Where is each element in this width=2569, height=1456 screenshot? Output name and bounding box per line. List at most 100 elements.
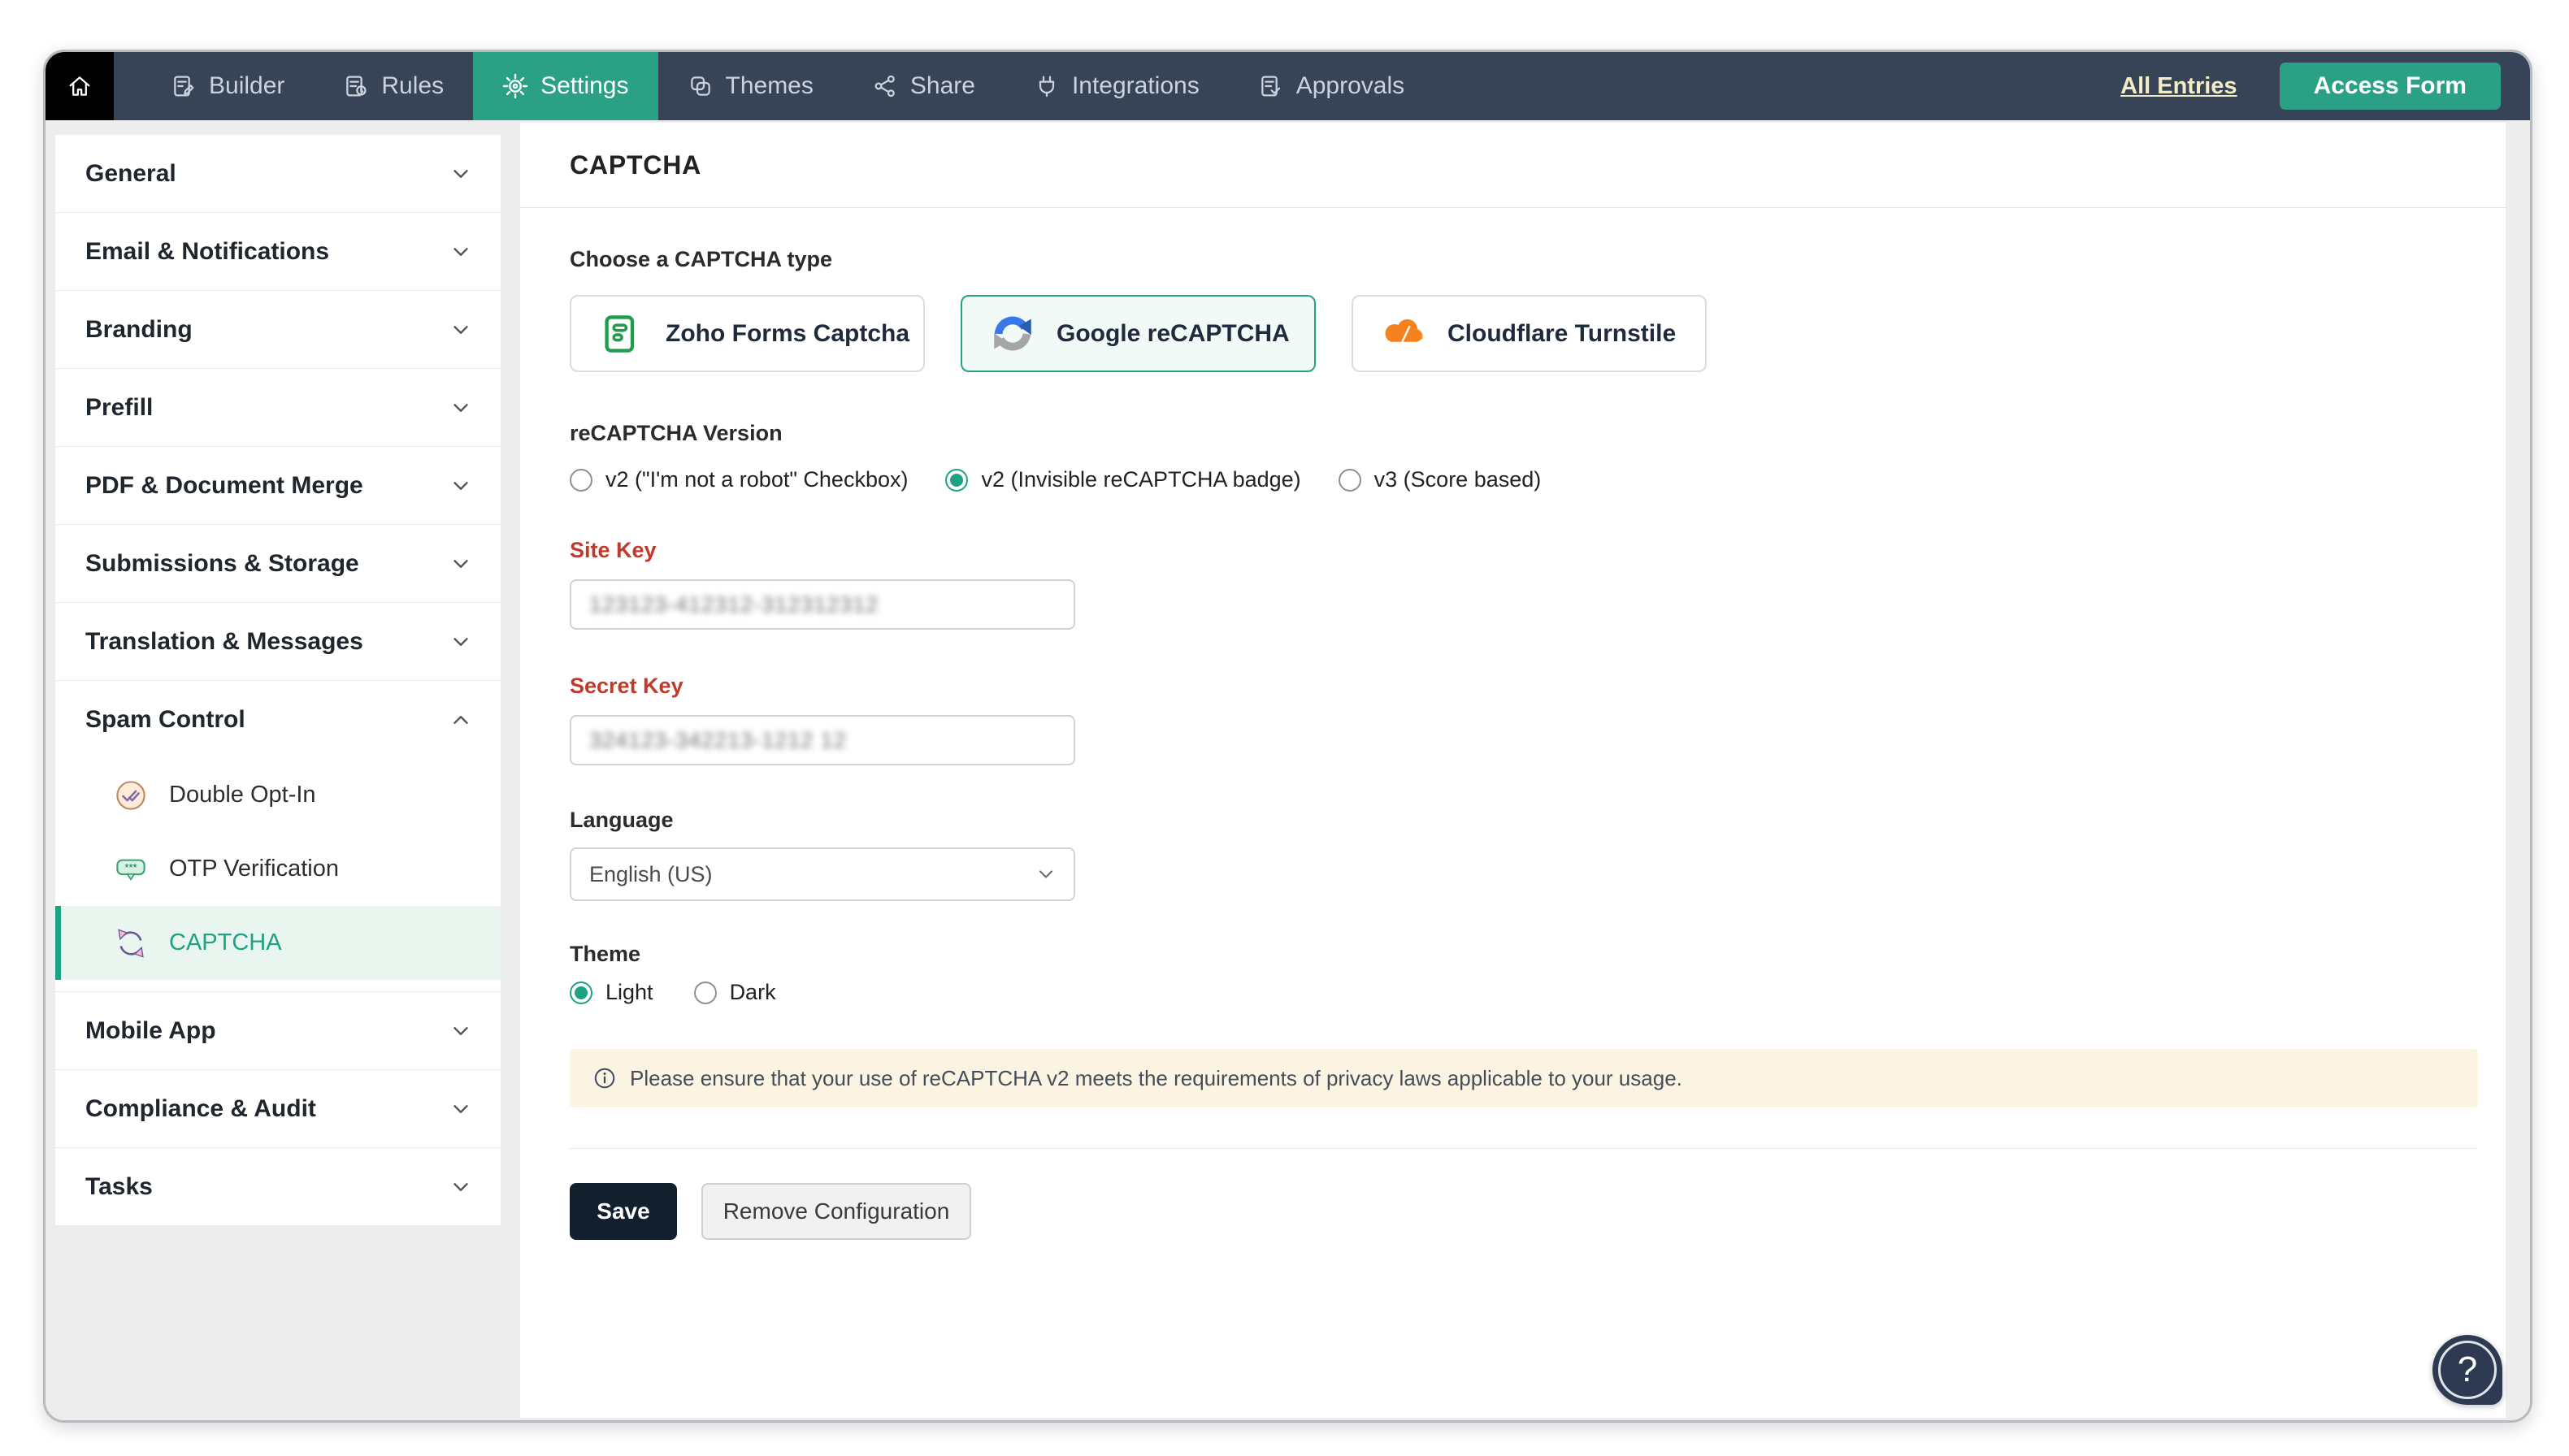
rules-icon <box>346 76 367 97</box>
nav-tabs: Builder Rules Settings Themes Share Inte… <box>114 52 1434 120</box>
captcha-icon <box>118 928 144 958</box>
access-form-button[interactable]: Access Form <box>2279 63 2501 110</box>
chevron-down-icon <box>453 325 468 334</box>
tab-label: Themes <box>725 72 814 99</box>
secret-key-value: 324123-342213-1212 12 <box>589 727 847 752</box>
zoho-forms-icon <box>605 314 635 353</box>
svg-text:***: *** <box>124 861 137 873</box>
cloudflare-icon <box>1385 318 1423 342</box>
tab-label: Approvals <box>1295 72 1405 99</box>
sidebar-item-otp-verification[interactable]: *** OTP Verification <box>55 832 501 906</box>
chevron-down-icon <box>453 169 468 178</box>
remove-configuration-button[interactable]: Remove Configuration <box>701 1183 971 1240</box>
otp-icon: *** <box>116 859 145 881</box>
sidebar-item-mobile-app[interactable]: Mobile App <box>55 992 501 1070</box>
tab-settings[interactable]: Settings <box>473 52 658 120</box>
home-icon <box>69 76 90 96</box>
tab-share[interactable]: Share <box>843 52 1005 120</box>
radio-icon <box>693 981 717 1004</box>
sidebar-item-translation-messages[interactable]: Translation & Messages <box>55 603 501 681</box>
app-window: Builder Rules Settings Themes Share Inte… <box>43 50 2532 1423</box>
home-button[interactable] <box>46 52 114 120</box>
radio-v3-score[interactable]: v3 (Score based) <box>1338 467 1541 492</box>
recaptcha-version-options: v2 ("I'm not a robot" Checkbox) v2 (Invi… <box>570 467 2456 492</box>
page-header: CAPTCHA <box>520 123 2506 208</box>
theme-options: Light Dark <box>570 980 2456 1005</box>
radio-icon <box>570 981 592 1004</box>
chevron-down-icon <box>453 1104 468 1113</box>
tab-label: Builder <box>209 72 285 99</box>
captcha-type-cloudflare-turnstile[interactable]: Cloudflare Turnstile <box>1352 295 1707 372</box>
builder-icon <box>174 76 194 97</box>
save-button[interactable]: Save <box>570 1183 677 1240</box>
help-button[interactable]: ? <box>2432 1335 2502 1405</box>
double-opt-in-icon <box>116 780 145 810</box>
chevron-down-icon <box>453 403 468 412</box>
tab-themes[interactable]: Themes <box>658 52 843 120</box>
chevron-down-icon <box>453 1182 468 1191</box>
sidebar-item-double-opt-in[interactable]: Double Opt-In <box>55 758 501 832</box>
sidebar-item-tasks[interactable]: Tasks <box>55 1148 501 1226</box>
approvals-icon <box>1261 76 1280 97</box>
sidebar-item-submissions-storage[interactable]: Submissions & Storage <box>55 525 501 603</box>
nav-right-cluster: All Entries Access Form <box>2120 52 2530 120</box>
themes-icon <box>690 76 710 96</box>
captcha-type-cards: Zoho Forms Captcha Google reCAPTCHA Clou… <box>570 295 2456 372</box>
sidebar-item-compliance-audit[interactable]: Compliance & Audit <box>55 1070 501 1148</box>
top-navigation: Builder Rules Settings Themes Share Inte… <box>46 52 2530 120</box>
tab-integrations[interactable]: Integrations <box>1005 52 1229 120</box>
tab-label: Share <box>909 72 975 99</box>
sidebar-group-spam-control: Spam Control Double Opt-In *** OTP Verif… <box>55 681 501 992</box>
radio-v2-checkbox[interactable]: v2 ("I'm not a robot" Checkbox) <box>570 467 908 492</box>
radio-v2-invisible[interactable]: v2 (Invisible reCAPTCHA badge) <box>945 467 1301 492</box>
radio-icon <box>945 468 969 492</box>
chevron-down-icon <box>453 481 468 490</box>
radio-theme-dark[interactable]: Dark <box>693 980 776 1005</box>
choose-captcha-type-label: Choose a CAPTCHA type <box>570 247 833 271</box>
sidebar-item-captcha[interactable]: CAPTCHA <box>55 906 501 980</box>
chevron-down-icon <box>453 247 468 256</box>
language-select[interactable]: English (US) <box>570 847 1075 901</box>
language-selected-value: English (US) <box>589 861 713 886</box>
tab-approvals[interactable]: Approvals <box>1229 52 1434 120</box>
sidebar-item-spam-control[interactable]: Spam Control <box>55 681 501 758</box>
privacy-notice-banner: Please ensure that your use of reCAPTCHA… <box>570 1049 2478 1107</box>
sidebar-item-general[interactable]: General <box>55 135 501 213</box>
page-title: CAPTCHA <box>570 150 702 180</box>
radio-icon <box>1338 468 1361 492</box>
question-mark-icon: ? <box>2457 1350 2478 1389</box>
captcha-settings-panel: CAPTCHA Choose a CAPTCHA type Zoho Forms… <box>520 123 2506 1418</box>
chevron-down-icon <box>453 559 468 568</box>
sidebar-item-pdf-document-merge[interactable]: PDF & Document Merge <box>55 447 501 525</box>
tab-rules[interactable]: Rules <box>314 52 473 120</box>
tab-builder[interactable]: Builder <box>141 52 314 120</box>
chevron-down-icon <box>453 1026 468 1035</box>
site-key-input[interactable]: 123123-412312-312312312 <box>570 579 1075 630</box>
chevron-down-icon <box>1039 870 1053 878</box>
settings-sidebar: General Email & Notifications Branding P… <box>55 135 501 1226</box>
radio-theme-light[interactable]: Light <box>570 980 653 1005</box>
site-key-value: 123123-412312-312312312 <box>589 592 879 617</box>
gear-icon <box>502 73 528 99</box>
sidebar-item-prefill[interactable]: Prefill <box>55 369 501 447</box>
share-icon <box>874 75 895 98</box>
all-entries-link[interactable]: All Entries <box>2120 73 2237 100</box>
secret-key-label: Secret Key <box>570 674 683 698</box>
sidebar-item-branding[interactable]: Branding <box>55 291 501 369</box>
google-recaptcha-icon <box>994 316 1031 350</box>
theme-label: Theme <box>570 942 641 966</box>
sidebar-item-email-notifications[interactable]: Email & Notifications <box>55 213 501 291</box>
tab-label: Integrations <box>1071 72 1200 99</box>
recaptcha-version-label: reCAPTCHA Version <box>570 421 783 445</box>
secret-key-input[interactable]: 324123-342213-1212 12 <box>570 715 1075 765</box>
site-key-label: Site Key <box>570 538 657 562</box>
footer-divider <box>570 1148 2478 1149</box>
captcha-type-google-recaptcha[interactable]: Google reCAPTCHA <box>961 295 1316 372</box>
tab-label: Rules <box>381 72 445 99</box>
integrations-icon <box>1039 76 1055 98</box>
privacy-notice-text: Please ensure that your use of reCAPTCHA… <box>630 1065 1682 1090</box>
chevron-up-icon <box>453 715 468 724</box>
chevron-down-icon <box>453 637 468 646</box>
captcha-type-zoho-forms[interactable]: Zoho Forms Captcha <box>570 295 925 372</box>
radio-icon <box>570 468 592 492</box>
